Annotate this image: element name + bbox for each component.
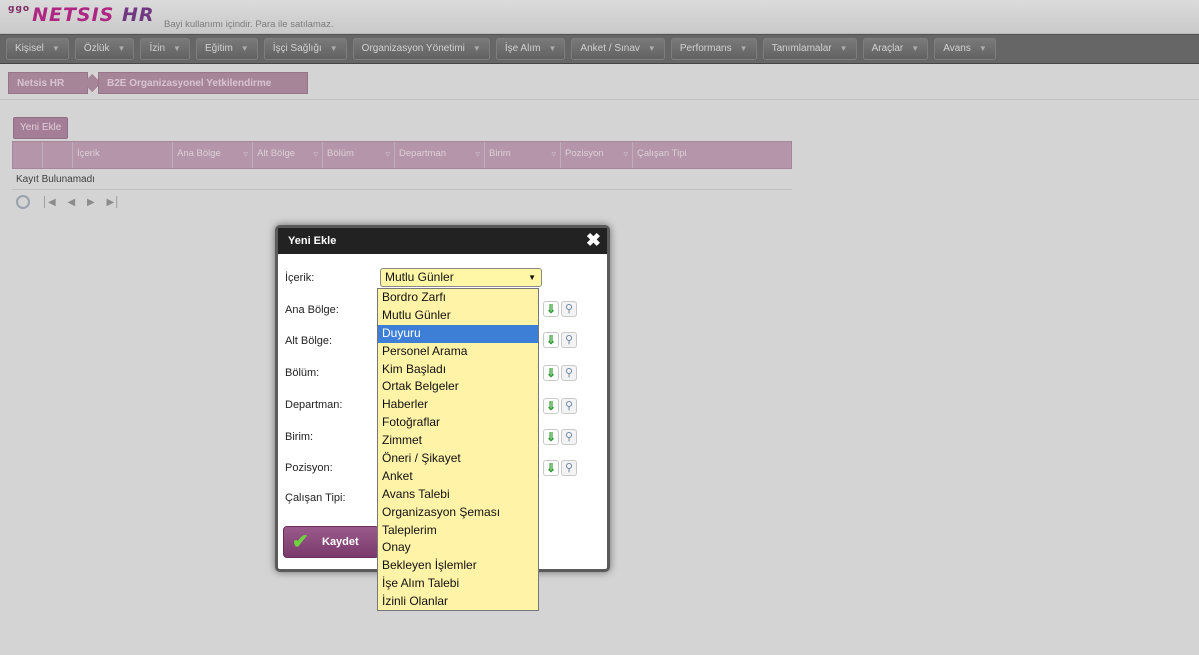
option-item[interactable]: Kim Başladı (378, 361, 538, 379)
label-icerik: İçerik: (285, 272, 315, 284)
label-alt-bolge: Alt Bölge: (285, 335, 333, 347)
download-arrow-icon[interactable]: ⇓ (543, 460, 559, 476)
label-pozisyon: Pozisyon: (285, 462, 333, 474)
option-item[interactable]: Fotoğraflar (378, 414, 538, 432)
download-arrow-icon[interactable]: ⇓ (543, 301, 559, 317)
search-icon[interactable]: ⚲ (561, 429, 577, 445)
option-item-highlighted[interactable]: Duyuru (378, 324, 538, 343)
pozisyon-lookup: ⇓ ⚲ (543, 460, 581, 478)
label-departman: Departman: (285, 399, 343, 411)
label-birim: Birim: (285, 431, 314, 443)
search-icon[interactable]: ⚲ (561, 332, 577, 348)
option-item[interactable]: Anket (378, 468, 538, 486)
download-arrow-icon[interactable]: ⇓ (543, 429, 559, 445)
alt-bolge-lookup: ⇓ ⚲ (543, 332, 581, 350)
close-icon[interactable]: ✖ (586, 230, 601, 250)
option-item[interactable]: Avans Talebi (378, 486, 538, 504)
select-value: Mutlu Günler (385, 270, 454, 284)
download-arrow-icon[interactable]: ⇓ (543, 332, 559, 348)
option-item[interactable]: İzinli Olanlar (378, 593, 538, 611)
option-item[interactable]: Taleplerim (378, 522, 538, 540)
bolum-lookup: ⇓ ⚲ (543, 365, 581, 383)
download-arrow-icon[interactable]: ⇓ (543, 398, 559, 414)
option-item[interactable]: Onay (378, 539, 538, 557)
label-calisan-tipi: Çalışan Tipi: (285, 492, 346, 504)
chevron-down-icon: ▼ (528, 273, 536, 282)
icerik-options-list: Bordro Zarfı Mutlu Günler Duyuru Persone… (377, 288, 539, 611)
departman-lookup: ⇓ ⚲ (543, 398, 581, 416)
save-button-label: Kaydet (322, 536, 359, 548)
icerik-select[interactable]: Mutlu Günler ▼ (380, 268, 542, 287)
search-icon[interactable]: ⚲ (561, 460, 577, 476)
search-icon[interactable]: ⚲ (561, 365, 577, 381)
search-icon[interactable]: ⚲ (561, 301, 577, 317)
option-item[interactable]: Ortak Belgeler (378, 378, 538, 396)
option-item[interactable]: Zimmet (378, 432, 538, 450)
option-item[interactable]: Haberler (378, 396, 538, 414)
option-item[interactable]: Mutlu Günler (378, 307, 538, 325)
dialog-title: Yeni Ekle (278, 228, 607, 254)
download-arrow-icon[interactable]: ⇓ (543, 365, 559, 381)
checkmark-icon: ✔ (292, 531, 309, 553)
option-item[interactable]: Öneri / Şikayet (378, 450, 538, 468)
option-item[interactable]: Bekleyen İşlemler (378, 557, 538, 575)
option-item[interactable]: Personel Arama (378, 343, 538, 361)
ana-bolge-lookup: ⇓ ⚲ (543, 301, 581, 319)
label-bolum: Bölüm: (285, 367, 320, 379)
label-ana-bolge: Ana Bölge: (285, 304, 339, 316)
option-item[interactable]: Bordro Zarfı (378, 289, 538, 307)
save-button[interactable]: ✔ Kaydet (283, 526, 379, 558)
birim-lookup: ⇓ ⚲ (543, 429, 581, 447)
option-item[interactable]: İşe Alım Talebi (378, 575, 538, 593)
search-icon[interactable]: ⚲ (561, 398, 577, 414)
option-item[interactable]: Organizasyon Şeması (378, 504, 538, 522)
